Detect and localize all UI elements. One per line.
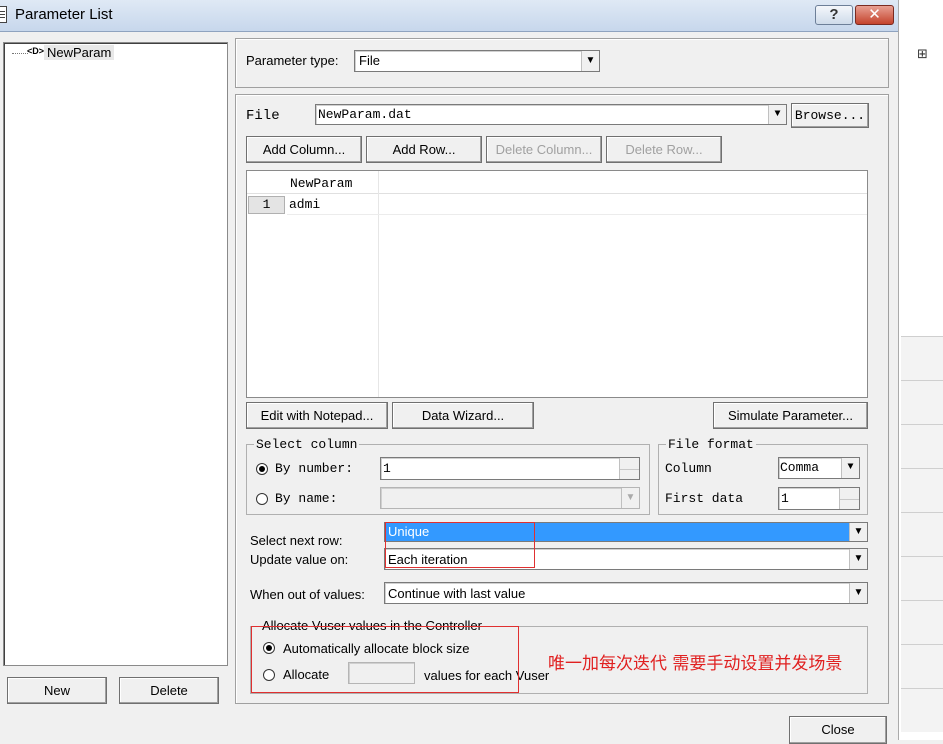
parameter-node-icon: <D>	[27, 46, 45, 56]
select-column-title: Select column	[254, 437, 360, 452]
chevron-down-icon[interactable]: ▼	[581, 51, 599, 71]
column-number-spinner[interactable]	[619, 458, 639, 479]
tree-connector	[12, 53, 28, 54]
background-cell	[901, 688, 943, 732]
background-cell	[901, 512, 943, 556]
add-column-button[interactable]: Add Column...	[246, 136, 362, 163]
grid-column-divider	[378, 171, 379, 397]
close-window-button[interactable]: ✕	[855, 5, 894, 25]
background-cell	[901, 336, 943, 380]
chevron-down-icon[interactable]: ▼	[849, 523, 867, 541]
first-data-value: 1	[781, 491, 789, 506]
title-bar	[0, 0, 898, 32]
grid-cell[interactable]: admi	[289, 197, 320, 212]
browse-button[interactable]: Browse...	[791, 103, 869, 128]
chevron-down-icon[interactable]: ▼	[841, 458, 859, 478]
delete-row-button[interactable]: Delete Row...	[606, 136, 722, 163]
file-format-title: File format	[666, 437, 756, 452]
parameter-type-value: File	[359, 53, 380, 68]
by-name-radio[interactable]	[256, 493, 268, 505]
simulate-parameter-button[interactable]: Simulate Parameter...	[713, 402, 868, 429]
background-cell	[901, 380, 943, 424]
new-button[interactable]: New	[7, 677, 107, 704]
grid-column-header[interactable]: NewParam	[290, 176, 352, 191]
delete-column-button[interactable]: Delete Column...	[486, 136, 602, 163]
parameter-type-label: Parameter type:	[246, 53, 339, 68]
out-of-values-label: When out of values:	[250, 587, 365, 602]
annotation-note: 唯一加每次迭代 需要手动设置并发场景	[548, 654, 843, 674]
file-label: File	[246, 108, 280, 124]
parameter-data-grid[interactable]: NewParam 1 admi	[246, 170, 868, 398]
column-delimiter-select[interactable]: Comma ▼	[778, 457, 860, 479]
tree-item-newparam[interactable]: NewParam	[44, 45, 115, 60]
first-data-label: First data	[665, 491, 744, 506]
chevron-down-icon[interactable]: ▼	[849, 583, 867, 603]
chevron-down-icon[interactable]: ▼	[621, 488, 639, 508]
parameter-type-select[interactable]: File ▼	[354, 50, 600, 72]
document-icon	[0, 6, 7, 23]
add-row-button[interactable]: Add Row...	[366, 136, 482, 163]
update-value-on-label: Update value on:	[250, 552, 349, 567]
chevron-down-icon[interactable]: ▼	[849, 549, 867, 569]
file-path-combo[interactable]: NewParam.dat ▼	[315, 104, 787, 125]
column-number-value: 1	[383, 461, 391, 476]
background-cell	[901, 600, 943, 644]
background-cell	[901, 468, 943, 512]
background-cell	[901, 556, 943, 600]
background-cell	[901, 424, 943, 468]
edit-with-notepad-button[interactable]: Edit with Notepad...	[246, 402, 388, 429]
out-of-values-value: Continue with last value	[388, 586, 526, 601]
first-data-spinner[interactable]	[839, 488, 859, 509]
column-delimiter-label: Column	[665, 461, 712, 476]
by-name-label: By name:	[275, 491, 338, 506]
grid-row-line	[287, 214, 867, 215]
grid-row-number[interactable]: 1	[248, 196, 285, 214]
grid-icon: ⊞	[917, 46, 928, 61]
select-next-row-label: Select next row:	[250, 533, 343, 548]
background-cell	[901, 644, 943, 688]
help-button[interactable]: ?	[815, 5, 853, 25]
annotation-box	[251, 626, 519, 693]
column-delimiter-value: Comma	[780, 460, 820, 475]
by-number-radio[interactable]	[256, 463, 268, 475]
parameter-tree[interactable]: <D> NewParam	[3, 42, 228, 666]
first-data-input[interactable]: 1	[778, 487, 860, 510]
file-path-value: NewParam.dat	[318, 107, 412, 122]
delete-button[interactable]: Delete	[119, 677, 219, 704]
out-of-values-select[interactable]: Continue with last value ▼	[384, 582, 868, 604]
column-name-select[interactable]: ▼	[380, 487, 640, 509]
data-wizard-button[interactable]: Data Wizard...	[392, 402, 534, 429]
chevron-down-icon[interactable]: ▼	[768, 105, 786, 124]
window-title: Parameter List	[15, 6, 113, 23]
annotation-box	[385, 522, 535, 568]
by-number-label: By number:	[275, 461, 354, 476]
column-number-input[interactable]: 1	[380, 457, 640, 480]
